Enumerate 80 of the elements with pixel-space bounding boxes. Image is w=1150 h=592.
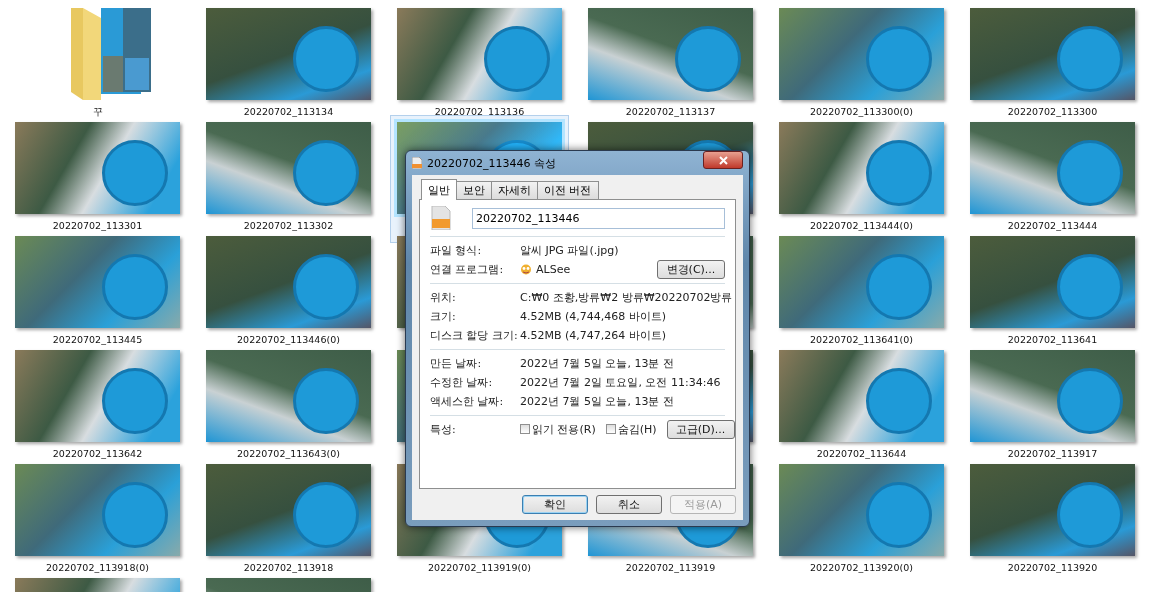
photo-placeholder[interactable] (397, 8, 562, 100)
dialog-button[interactable]: 확인 (522, 495, 588, 514)
field-label: 위치: (430, 290, 457, 305)
field-label: 디스크 할당 크기: (430, 328, 519, 343)
file-name-label[interactable]: 20220702_113918(0) (46, 562, 149, 573)
file-name-label[interactable]: 20220702_113642 (52, 448, 143, 459)
file-name-label[interactable]: 20220702_113301 (52, 220, 143, 231)
file-name-label[interactable]: 20220702_113641 (1007, 334, 1098, 345)
field-value: 2022년 7월 2일 토요일, 오전 11:34:46 (520, 375, 721, 390)
jpg-file-icon (430, 206, 452, 230)
checkbox[interactable] (605, 424, 616, 435)
photo-placeholder[interactable] (779, 236, 944, 328)
field-value: 2022년 7월 5일 오늘, 13분 전 (520, 394, 674, 409)
checkbox-label[interactable]: 숨김(H) (617, 421, 657, 437)
photo-placeholder[interactable] (15, 350, 180, 442)
photo-placeholder[interactable] (970, 236, 1135, 328)
checkbox-label[interactable]: 읽기 전용(R) (532, 421, 596, 437)
field-value: 4.52MB (4,744,468 바이트) (520, 309, 667, 324)
photo-placeholder[interactable] (970, 122, 1135, 214)
window-title: 20220702_113446 속성 (427, 155, 557, 171)
file-name-label[interactable]: 20220702_113302 (243, 220, 334, 231)
file-name-label[interactable]: 20220702_113643(0) (237, 448, 340, 459)
field-label: 만든 날짜: (430, 356, 483, 371)
field-label: 파일 형식: (430, 243, 483, 258)
file-name-label[interactable]: 20220702_113919 (625, 562, 716, 573)
photo-placeholder[interactable] (588, 8, 753, 100)
file-name-label[interactable]: 20220702_113300 (1007, 106, 1098, 117)
checkbox[interactable] (520, 424, 530, 435)
field-value: 2022년 7월 5일 오늘, 13분 전 (520, 356, 674, 371)
file-name-field[interactable]: 20220702_113446 (472, 207, 725, 229)
photo-placeholder[interactable] (779, 350, 944, 442)
advanced-button[interactable]: 고급(D)... (666, 420, 735, 439)
file-name-label[interactable]: 20220702_113445 (52, 334, 143, 345)
photo-placeholder[interactable] (206, 122, 371, 214)
dialog-button[interactable]: 취소 (596, 495, 662, 514)
field-value: 4.52MB (4,747,264 바이트) (520, 328, 667, 343)
file-name-label[interactable]: 20220702_113300(0) (810, 106, 913, 117)
photo-placeholder[interactable] (206, 8, 371, 100)
change-button[interactable]: 변경(C)... (657, 260, 725, 279)
field-label: 크기: (430, 309, 457, 324)
tab[interactable]: 이전 버전 (537, 181, 599, 199)
field-value: C:₩0 조황,방류₩2 방류₩20220702방류 (520, 290, 733, 305)
file-name-label[interactable]: 20220702_113444(0) (810, 220, 913, 231)
file-name-label[interactable]: 20220702_113919(0) (428, 562, 531, 573)
file-name-label[interactable]: 20220702_113137 (625, 106, 716, 117)
file-name-label[interactable]: 20220702_113446(0) (237, 334, 340, 345)
field-label: 액세스한 날짜: (430, 394, 505, 409)
photo-placeholder[interactable] (15, 464, 180, 556)
photo-placeholder[interactable] (779, 8, 944, 100)
field-label: 수정한 날짜: (430, 375, 494, 390)
field-label: 연결 프로그램: (430, 262, 505, 277)
photo-placeholder[interactable] (206, 350, 371, 442)
field-value: 알씨 JPG 파일(.jpg) (520, 243, 619, 258)
tab[interactable]: 일반 (421, 179, 457, 200)
photo-placeholder[interactable] (970, 464, 1135, 556)
file-name-label[interactable]: 20220702_113920 (1007, 562, 1098, 573)
file-name-label[interactable]: 20220702_113644 (816, 448, 907, 459)
photo-placeholder[interactable] (779, 122, 944, 214)
file-name-label[interactable]: 20220702_113444 (1007, 220, 1098, 231)
photo-placeholder[interactable] (206, 464, 371, 556)
photo-placeholder[interactable] (970, 350, 1135, 442)
file-name-label[interactable]: 꾸 (92, 106, 103, 119)
app-icon (520, 264, 532, 275)
tab[interactable]: 보안 (456, 181, 492, 199)
photo-placeholder[interactable] (15, 122, 180, 214)
field-value: ALSee (536, 263, 571, 276)
file-name-label[interactable]: 20220702_113920(0) (810, 562, 913, 573)
photo-placeholder[interactable] (970, 8, 1135, 100)
photo-placeholder[interactable] (206, 236, 371, 328)
file-name-label[interactable]: 20220702_113917 (1007, 448, 1098, 459)
file-name-label[interactable]: 20220702_113134 (243, 106, 334, 117)
file-icon (412, 157, 422, 169)
close-icon[interactable] (703, 151, 743, 169)
file-name-label[interactable]: 20220702_113918 (243, 562, 334, 573)
photo-placeholder[interactable] (779, 464, 944, 556)
tab[interactable]: 자세히 (491, 181, 538, 199)
field-label: 특성: (430, 422, 457, 437)
file-name-label[interactable]: 20220702_113136 (434, 106, 525, 117)
file-name-label[interactable]: 20220702_113641(0) (810, 334, 913, 345)
photo-placeholder[interactable] (15, 236, 180, 328)
